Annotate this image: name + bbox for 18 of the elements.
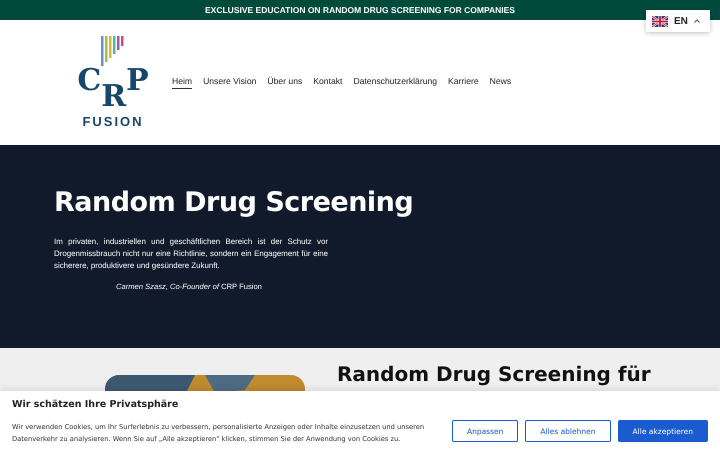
language-selector[interactable]: EN xyxy=(646,10,710,32)
logo-letter: C xyxy=(77,66,102,96)
nav-link[interactable]: Unsere Vision xyxy=(203,76,256,89)
color-bars-icon xyxy=(101,36,125,66)
nav-link[interactable]: Karriere xyxy=(448,76,479,89)
nav-link[interactable]: News xyxy=(490,76,512,89)
nav-link[interactable]: Kontakt xyxy=(313,76,342,89)
cookie-title: Wir schätzen Ihre Privatsphäre xyxy=(12,399,180,412)
section-title: Random Drug Screening für xyxy=(337,362,651,386)
flag-icon xyxy=(652,16,668,26)
nav-link[interactable]: Über uns xyxy=(267,76,302,89)
logo-letter: R xyxy=(101,82,126,112)
logo-letter: P xyxy=(126,66,149,96)
logo-name: FUSION xyxy=(82,114,144,129)
nav-link[interactable]: Heim xyxy=(172,76,192,89)
nav-link[interactable]: Datenschutzerklärung xyxy=(353,76,438,89)
announcement-text: EXCLUSIVE EDUCATION ON RANDOM DRUG SCREENING FOR COMPANIES xyxy=(205,5,515,15)
hero-title: Random Drug Screening xyxy=(54,187,414,218)
